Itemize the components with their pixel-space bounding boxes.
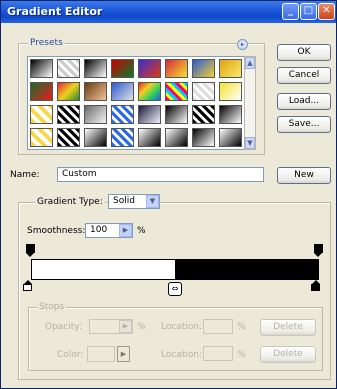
save-button[interactable]: Save... bbox=[277, 116, 331, 133]
preset-swatch[interactable] bbox=[165, 128, 188, 147]
smoothness-value: 100 bbox=[90, 225, 108, 235]
preset-swatch[interactable] bbox=[192, 82, 215, 101]
preset-swatch[interactable] bbox=[219, 82, 242, 101]
presets-swatch-grid bbox=[27, 56, 246, 150]
chevron-down-icon[interactable]: ▼ bbox=[146, 195, 159, 208]
color-location-unit: % bbox=[237, 350, 246, 360]
gradient-type-value: Solid bbox=[113, 196, 135, 206]
preset-swatch[interactable] bbox=[111, 128, 134, 147]
preset-swatch[interactable] bbox=[219, 59, 242, 78]
preset-swatch[interactable] bbox=[165, 105, 188, 124]
opacity-label: Opacity: bbox=[45, 322, 82, 332]
color-location-label: Location: bbox=[161, 350, 203, 360]
preset-swatch[interactable] bbox=[138, 128, 161, 147]
preset-swatch[interactable] bbox=[30, 105, 53, 124]
opacity-location-unit: % bbox=[237, 322, 246, 332]
opacity-location-label: Location: bbox=[161, 322, 203, 332]
preset-swatch[interactable] bbox=[84, 105, 107, 124]
preset-swatch[interactable] bbox=[111, 105, 134, 124]
preset-swatch[interactable] bbox=[192, 59, 215, 78]
color-location-field[interactable] bbox=[203, 346, 233, 361]
preset-swatch[interactable] bbox=[192, 105, 215, 124]
presets-scrollbar[interactable]: ▲ ▼ bbox=[244, 56, 256, 150]
color-swatch[interactable] bbox=[87, 346, 115, 362]
close-button[interactable]: ✕ bbox=[318, 3, 335, 20]
gradient-preview-bar[interactable] bbox=[31, 259, 319, 280]
color-stop-right[interactable] bbox=[311, 280, 320, 291]
scroll-down-icon[interactable]: ▼ bbox=[245, 137, 255, 149]
load-button[interactable]: Load... bbox=[277, 93, 331, 110]
gradient-editor-window: Gradient Editor _ □ ✕ Presets ▸ ▲ ▼ OK C… bbox=[0, 0, 337, 389]
preset-swatch[interactable] bbox=[57, 105, 80, 124]
name-field[interactable]: Custom bbox=[57, 167, 264, 182]
ok-button[interactable]: OK bbox=[277, 44, 331, 61]
preset-swatch[interactable] bbox=[219, 128, 242, 147]
presets-menu-icon[interactable]: ▸ bbox=[237, 39, 248, 50]
preset-swatch[interactable] bbox=[138, 59, 161, 78]
midpoint-cursor-icon[interactable]: ⇔ bbox=[168, 282, 182, 296]
opacity-field[interactable]: ▶ bbox=[89, 319, 133, 334]
window-title: Gradient Editor bbox=[7, 5, 103, 18]
cancel-button[interactable]: Cancel bbox=[277, 67, 331, 84]
opacity-location-field[interactable] bbox=[203, 319, 233, 334]
color-label: Color: bbox=[57, 350, 84, 360]
maximize-button[interactable]: □ bbox=[300, 3, 317, 20]
preset-swatch[interactable] bbox=[30, 59, 53, 78]
opacity-stop-left[interactable] bbox=[26, 244, 35, 257]
preset-swatch[interactable] bbox=[165, 59, 188, 78]
preset-swatch[interactable] bbox=[138, 82, 161, 101]
minimize-button[interactable]: _ bbox=[282, 3, 299, 20]
preset-swatch[interactable] bbox=[219, 105, 242, 124]
smoothness-unit: % bbox=[137, 226, 146, 236]
scroll-up-icon[interactable]: ▲ bbox=[245, 57, 255, 69]
name-label: Name: bbox=[10, 170, 40, 180]
chevron-right-icon[interactable]: ▶ bbox=[119, 224, 132, 237]
preset-swatch[interactable] bbox=[111, 59, 134, 78]
preset-swatch[interactable] bbox=[84, 82, 107, 101]
preset-swatch[interactable] bbox=[57, 82, 80, 101]
smoothness-label: Smoothness: bbox=[27, 226, 86, 236]
opacity-unit: % bbox=[137, 322, 146, 332]
gradient-type-select[interactable]: Solid ▼ bbox=[108, 194, 160, 209]
color-stop-left[interactable] bbox=[23, 280, 32, 291]
chevron-right-icon[interactable]: ▶ bbox=[119, 320, 132, 333]
delete-color-stop-button[interactable]: Delete bbox=[260, 346, 316, 363]
preset-swatch[interactable] bbox=[84, 128, 107, 147]
stops-label: Stops bbox=[37, 302, 67, 312]
preset-swatch[interactable] bbox=[192, 128, 215, 147]
presets-label: Presets bbox=[28, 38, 65, 48]
preset-swatch[interactable] bbox=[30, 128, 53, 147]
gradient-type-label: Gradient Type: bbox=[35, 197, 105, 207]
preset-swatch[interactable] bbox=[30, 82, 53, 101]
delete-opacity-stop-button[interactable]: Delete bbox=[260, 319, 316, 336]
preset-swatch[interactable] bbox=[111, 82, 134, 101]
opacity-stop-right[interactable] bbox=[314, 244, 323, 257]
preset-swatch[interactable] bbox=[138, 105, 161, 124]
preset-swatch[interactable] bbox=[57, 59, 80, 78]
new-button[interactable]: New bbox=[277, 167, 331, 184]
title-bar[interactable]: Gradient Editor _ □ ✕ bbox=[1, 1, 336, 23]
color-menu-icon[interactable]: ▶ bbox=[117, 346, 130, 362]
smoothness-field[interactable]: 100 ▶ bbox=[85, 223, 133, 238]
preset-swatch[interactable] bbox=[84, 59, 107, 78]
preset-swatch[interactable] bbox=[57, 128, 80, 147]
preset-swatch[interactable] bbox=[165, 82, 188, 101]
